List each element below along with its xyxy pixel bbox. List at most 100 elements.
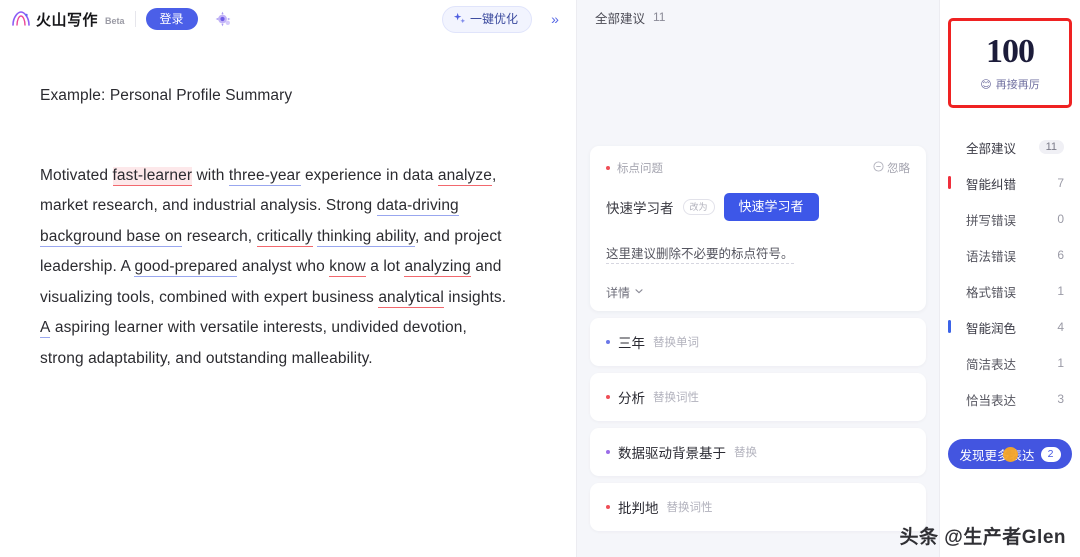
category-label: 智能润色: [966, 321, 1017, 336]
document-title: Example: Personal Profile Summary: [40, 87, 293, 104]
login-button[interactable]: 登录: [145, 8, 198, 30]
category-label: 恰当表达: [966, 393, 1017, 408]
apply-replacement-button[interactable]: 快速学习者: [723, 193, 819, 221]
ignore-label: 忽略: [887, 163, 910, 175]
category-label: 简洁表达: [966, 357, 1017, 372]
suggestion-card-tag-label: 标点问题: [617, 163, 663, 175]
suggestion-row-kind: 替换单词: [653, 336, 699, 349]
document-marked-run[interactable]: fast-learner: [112, 166, 193, 186]
suggestion-detail-toggle[interactable]: 详情: [606, 284, 910, 301]
document-text-run: with: [192, 166, 229, 184]
detail-label: 详情: [606, 285, 631, 300]
score-number-text: 100: [986, 32, 1035, 70]
category-count: 3: [1057, 392, 1064, 406]
status-dot-icon: [606, 339, 610, 344]
category-count: 11: [1038, 140, 1064, 154]
original-text: 快速学习者: [606, 200, 674, 216]
volcano-logo-icon: [10, 8, 32, 30]
suggestion-row-kind: 替换词性: [666, 501, 713, 514]
discover-label: 发现更多表达: [959, 448, 1035, 463]
category-label: 智能纠错: [966, 177, 1017, 192]
category-label: 语法错误: [966, 249, 1017, 264]
category-row[interactable]: 恰当表达 3: [940, 381, 1080, 417]
category-list: 全部建议 11 智能纠错 7 拼写错误 0 语法错误 6 格式错误 1 智能润色 4 简洁表达 1 恰当表达…: [940, 129, 1080, 417]
replace-arrow-icon: 改为: [682, 198, 715, 215]
category-row[interactable]: 语法错误 6: [940, 237, 1080, 273]
suggestion-row-word: 数据驱动背景基于: [618, 445, 726, 461]
discover-button-wrapper: 发现更多表达 2: [948, 439, 1072, 469]
document-marked-run[interactable]: critically: [256, 227, 313, 247]
app-root: 火山写作 Beta 登录 一键优化 » Example: Personal Pr…: [0, 0, 1080, 557]
category-label: 全部建议: [966, 141, 1017, 156]
category-count: 7: [1057, 176, 1064, 190]
category-accent-bar: [948, 320, 951, 333]
suggestion-card-header: 标点问题 忽略: [606, 160, 910, 176]
suggestion-row-word: 三年: [618, 335, 645, 351]
score-card: 100 😊 再接再厉: [955, 27, 1065, 99]
suggestions-column: 全部建议 11 标点问题 忽略 快速学习者 改为 快速学习者 这里建议删除不必要…: [577, 0, 940, 557]
score-value: 100: [982, 32, 1050, 70]
sparkle-gear-icon[interactable]: [210, 6, 236, 32]
category-row[interactable]: 智能润色 4: [940, 309, 1080, 345]
beta-tag: Beta: [105, 16, 125, 26]
top-toolbar: 火山写作 Beta 登录 一键优化 »: [0, 0, 576, 38]
document-text-run: research,: [182, 227, 257, 245]
suggestion-row[interactable]: 批判地 替换词性: [590, 482, 926, 531]
suggestions-scroll-area[interactable]: 标点问题 忽略 快速学习者 改为 快速学习者 这里建议删除不必要的标点符号。 详…: [577, 34, 939, 557]
category-count: 6: [1057, 248, 1064, 262]
suggestion-row-kind: 替换词性: [653, 391, 699, 404]
chevron-down-icon: [634, 285, 644, 299]
document-marked-run[interactable]: A: [40, 319, 51, 339]
document-text-run: a lot: [365, 258, 405, 276]
document-marked-run[interactable]: analytical: [378, 288, 444, 308]
suggestion-row-kind: 替换: [734, 446, 757, 459]
ignore-button[interactable]: 忽略: [873, 160, 910, 176]
document-text-run: aspiring learner with versatile interest…: [40, 319, 467, 367]
category-count: 0: [1057, 212, 1064, 226]
suggestion-row-word: 分析: [618, 390, 645, 406]
score-caption-text: 再接再厉: [995, 79, 1040, 92]
score-sidebar: 100 😊 再接再厉 全部建议 11 智能纠错 7 拼写错误 0 语法错误 6 格式错误 1 智能润…: [940, 0, 1080, 557]
status-dot-icon: [606, 504, 610, 509]
suggestions-header-count: 11: [653, 10, 666, 24]
document-marked-run[interactable]: thinking ability: [317, 227, 415, 247]
document-marked-run[interactable]: good-prepared: [134, 258, 238, 278]
document-paragraph: Motivated fast-learner with three-year e…: [40, 161, 510, 375]
category-count: 1: [1057, 284, 1064, 298]
discover-more-expressions-button[interactable]: 发现更多表达 2: [948, 439, 1072, 469]
document-text-run: insights.: [443, 288, 507, 306]
category-row[interactable]: 简洁表达 1: [940, 345, 1080, 381]
discover-badge: 2: [1040, 446, 1061, 462]
document-marked-run[interactable]: three-year: [228, 166, 301, 186]
category-row[interactable]: 格式错误 1: [940, 273, 1080, 309]
double-chevron-right-icon[interactable]: »: [542, 6, 568, 32]
suggestion-card-punctuation[interactable]: 标点问题 忽略 快速学习者 改为 快速学习者 这里建议删除不必要的标点符号。 详…: [590, 146, 926, 311]
brand-logo[interactable]: 火山写作 Beta: [10, 8, 125, 30]
document-marked-run[interactable]: analyze: [437, 166, 492, 186]
category-row[interactable]: 拼写错误 0: [940, 201, 1080, 237]
suggestion-description: 这里建议删除不必要的标点符号。: [606, 243, 794, 264]
one-click-optimize-button[interactable]: 一键优化: [441, 5, 532, 33]
category-row[interactable]: 智能纠错 7: [940, 165, 1080, 201]
suggestion-replacement-row: 快速学习者 改为 快速学习者: [606, 193, 910, 221]
smiley-face-icon: 😊: [980, 78, 992, 91]
status-dot-icon: [606, 166, 610, 170]
document-text-run: analyst who: [237, 258, 330, 276]
suggestions-header-label: 全部建议: [595, 11, 646, 26]
suggestion-row[interactable]: 三年 替换单词: [590, 317, 926, 366]
category-row[interactable]: 全部建议 11: [940, 129, 1080, 165]
document-editor[interactable]: Example: Personal Profile Summary Motiva…: [0, 38, 576, 557]
optimize-label: 一键优化: [469, 12, 518, 26]
suggestions-header: 全部建议 11: [577, 0, 939, 34]
document-marked-run[interactable]: know: [329, 258, 366, 278]
document-marked-run[interactable]: analyzing: [404, 258, 471, 278]
category-label: 格式错误: [966, 285, 1017, 300]
score-card-wrapper: 100 😊 再接再厉: [948, 18, 1072, 108]
document-text-run: Motivated: [40, 166, 113, 184]
sparkle-icon: [453, 12, 466, 27]
suggestion-rows: 三年 替换单词 分析 替换词性 数据驱动背景基于 替换 批判地 替换词性: [590, 317, 926, 531]
toolbar-divider: [134, 11, 136, 27]
suggestion-row[interactable]: 分析 替换词性: [590, 372, 926, 421]
suggestion-row[interactable]: 数据驱动背景基于 替换: [590, 427, 926, 476]
category-label: 拼写错误: [966, 213, 1017, 228]
